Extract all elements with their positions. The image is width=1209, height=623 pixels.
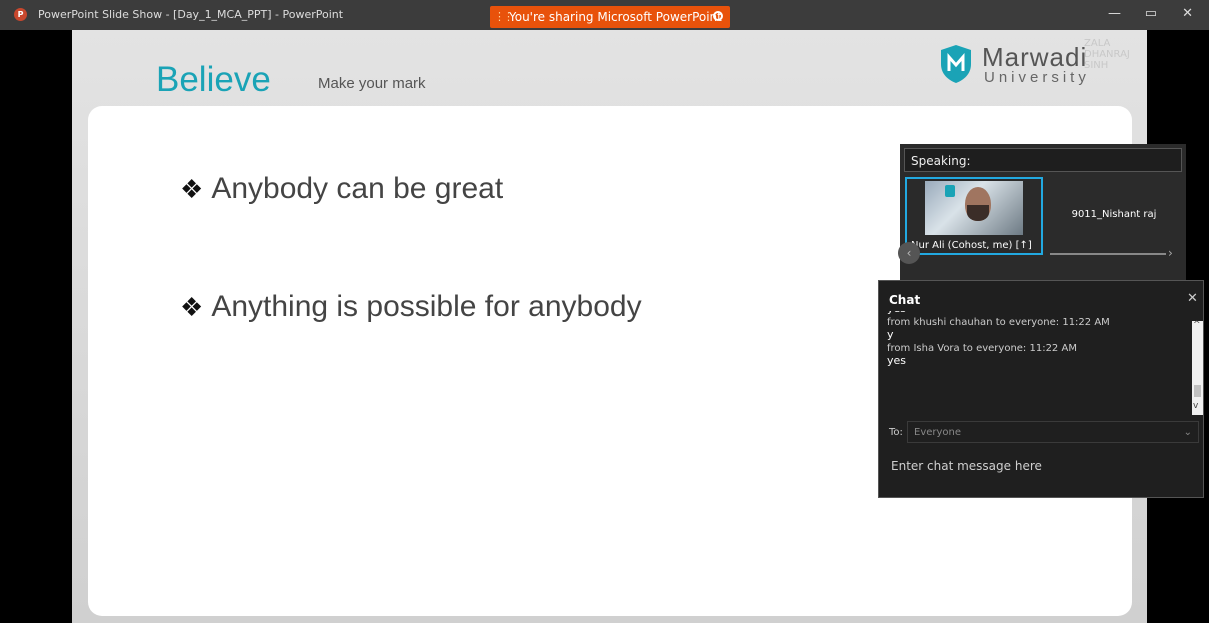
logo-sub: University: [984, 69, 1090, 86]
chat-message: from Isha Vora to everyone: 11:22 AM yes: [887, 343, 1187, 367]
bullet-diamond-icon: ❖: [180, 292, 204, 322]
chat-messages: yes from khushi chauhan to everyone: 11:…: [887, 311, 1187, 413]
audio-level-bar: [1050, 253, 1166, 255]
shield-logo-icon: [945, 185, 955, 197]
video-panel: Speaking: Nur Ali (Cohost, me) [↑] 9011_…: [898, 144, 1186, 284]
share-status-icon: [↑]: [1015, 240, 1032, 251]
slide-title: Believe: [156, 60, 271, 99]
message-body: yes: [887, 311, 1187, 315]
chat-input[interactable]: [889, 453, 1193, 479]
bullet-item: ❖ Anybody can be great: [180, 172, 503, 206]
close-button[interactable]: ✕: [1182, 6, 1193, 21]
chevron-up-icon[interactable]: ^: [1193, 320, 1201, 330]
bullet-text: Anything is possible for anybody: [211, 290, 642, 323]
powerpoint-icon: P: [14, 8, 27, 21]
chat-panel: Chat ✕ yes from khushi chauhan to everyo…: [878, 280, 1204, 498]
bullet-diamond-icon: ❖: [180, 174, 204, 204]
message-meta: from khushi chauhan to everyone: 11:22 A…: [887, 317, 1110, 328]
chevron-down-icon[interactable]: v: [1193, 401, 1198, 411]
sharing-banner[interactable]: ⋮⋮ You're sharing Microsoft PowerPoint: [490, 6, 730, 28]
shield-logo-icon: [941, 45, 971, 83]
to-label: To:: [889, 427, 903, 438]
title-bar: P PowerPoint Slide Show - [Day_1_MCA_PPT…: [0, 0, 1209, 30]
window-title: PowerPoint Slide Show - [Day_1_MCA_PPT] …: [38, 8, 344, 21]
message-meta: from Isha Vora to everyone: 11:22 AM: [887, 343, 1077, 354]
stop-sharing-icon[interactable]: [713, 11, 723, 21]
chat-scrollbar[interactable]: ^ v: [1192, 320, 1203, 415]
recipient-value: Everyone: [914, 427, 962, 438]
watermark-name: ZALA DHANRAJ SINH: [1084, 38, 1130, 71]
participant-tile-self[interactable]: Nur Ali (Cohost, me) [↑]: [905, 177, 1043, 255]
participant-tile[interactable]: 9011_Nishant raj: [1046, 177, 1182, 255]
bullet-item: ❖ Anything is possible for anybody: [180, 290, 642, 324]
chevron-right-icon[interactable]: ›: [1168, 246, 1173, 260]
message-body: y: [887, 328, 894, 341]
chat-header: Chat: [889, 293, 921, 307]
participant-video: [925, 181, 1023, 235]
participant-name: 9011_Nishant raj: [1071, 209, 1157, 220]
chat-message: yes: [887, 311, 1187, 315]
video-beard: [967, 205, 989, 221]
participant-name: Nur Ali (Cohost, me) [↑]: [911, 240, 1032, 251]
message-body: yes: [887, 354, 907, 367]
scrollbar-thumb[interactable]: [1194, 385, 1201, 397]
chevron-left-icon[interactable]: ‹: [898, 242, 920, 264]
close-icon[interactable]: ✕: [1187, 291, 1198, 306]
chevron-down-icon: ⌄: [1183, 427, 1192, 438]
speaking-indicator: Speaking:: [904, 148, 1182, 172]
minimize-button[interactable]: —: [1108, 6, 1121, 21]
bullet-text: Anybody can be great: [211, 172, 504, 205]
chat-message: from khushi chauhan to everyone: 11:22 A…: [887, 317, 1187, 341]
sharing-banner-text: You're sharing Microsoft PowerPoint: [509, 10, 722, 24]
restore-button[interactable]: ▭: [1145, 6, 1157, 21]
slide-subtitle: Make your mark: [318, 75, 426, 92]
recipient-select[interactable]: Everyone ⌄: [907, 421, 1199, 443]
